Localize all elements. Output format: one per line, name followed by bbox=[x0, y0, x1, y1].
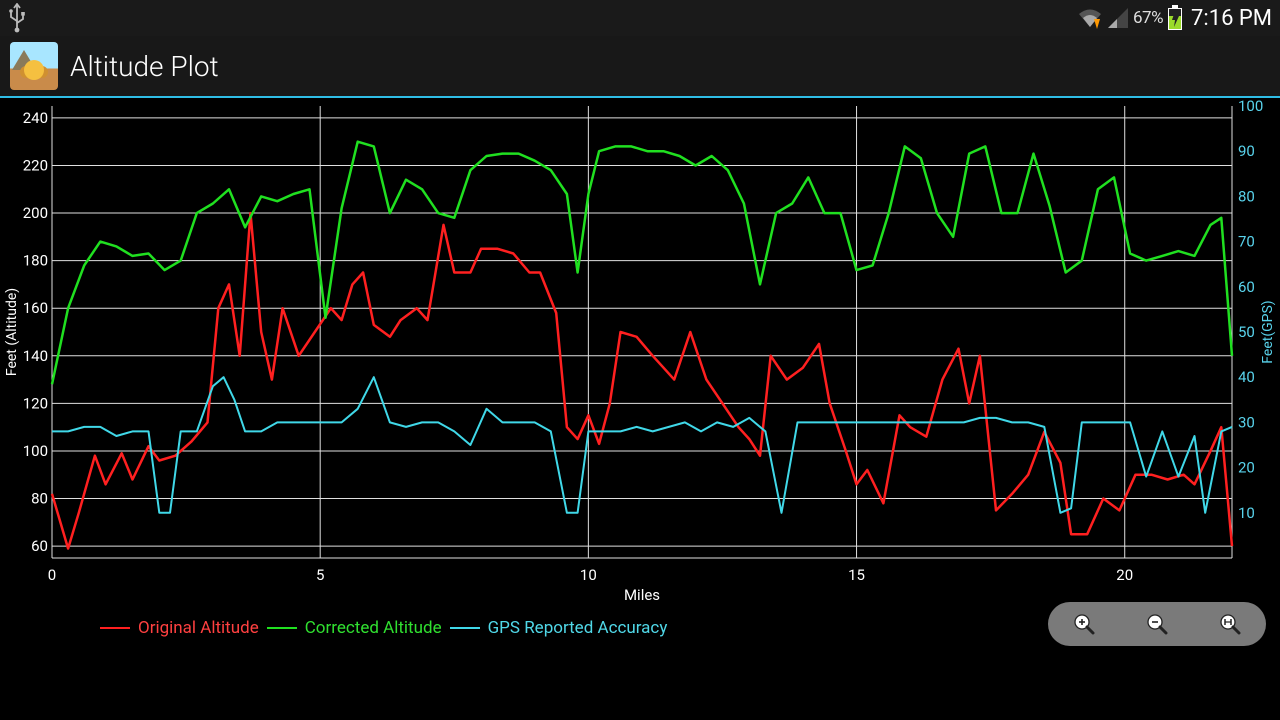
svg-text:Feet(GPS): Feet(GPS) bbox=[1260, 300, 1276, 363]
legend-swatch-gps bbox=[450, 627, 480, 629]
svg-text:120: 120 bbox=[23, 394, 48, 412]
svg-text:90: 90 bbox=[1238, 142, 1255, 160]
page-title: Altitude Plot bbox=[70, 50, 219, 83]
legend-label-gps: GPS Reported Accuracy bbox=[488, 618, 668, 638]
svg-text:240: 240 bbox=[23, 109, 48, 127]
svg-text:Feet (Altitude): Feet (Altitude) bbox=[4, 288, 20, 376]
svg-text:10: 10 bbox=[1238, 504, 1255, 522]
cell-signal-icon bbox=[1107, 7, 1129, 29]
svg-text:40: 40 bbox=[1238, 368, 1255, 386]
status-clock: 7:16 PM bbox=[1191, 6, 1272, 31]
status-left bbox=[8, 3, 26, 33]
legend-swatch-original bbox=[100, 627, 130, 629]
zoom-control-bar bbox=[1048, 602, 1266, 646]
svg-text:60: 60 bbox=[31, 537, 48, 555]
svg-text:100: 100 bbox=[23, 442, 48, 460]
android-status-bar: 67% 7:16 PM bbox=[0, 0, 1280, 36]
svg-text:30: 30 bbox=[1238, 413, 1255, 431]
svg-text:140: 140 bbox=[23, 347, 48, 365]
svg-text:60: 60 bbox=[1238, 278, 1255, 296]
svg-text:0: 0 bbox=[48, 566, 56, 584]
svg-text:50: 50 bbox=[1238, 323, 1255, 341]
legend-label-corrected: Corrected Altitude bbox=[305, 618, 442, 638]
app-bar: Altitude Plot bbox=[0, 36, 1280, 98]
usb-icon bbox=[8, 3, 26, 33]
svg-text:20: 20 bbox=[1238, 459, 1255, 477]
wifi-icon bbox=[1077, 7, 1103, 29]
svg-text:180: 180 bbox=[23, 252, 48, 270]
legend-swatch-corrected bbox=[267, 627, 297, 629]
svg-text:160: 160 bbox=[23, 299, 48, 317]
svg-text:Miles: Miles bbox=[624, 586, 660, 604]
svg-text:20: 20 bbox=[1116, 566, 1133, 584]
zoom-fit-button[interactable] bbox=[1217, 611, 1243, 637]
battery-charging-icon bbox=[1167, 5, 1183, 31]
svg-text:15: 15 bbox=[848, 566, 865, 584]
svg-text:10: 10 bbox=[580, 566, 597, 584]
battery-percent: 67% bbox=[1133, 8, 1163, 28]
svg-text:80: 80 bbox=[31, 490, 48, 508]
chart-container: 6080100120140160180200220240102030405060… bbox=[0, 98, 1280, 658]
zoom-in-button[interactable] bbox=[1071, 611, 1097, 637]
svg-text:70: 70 bbox=[1238, 233, 1255, 251]
legend-label-original: Original Altitude bbox=[138, 618, 259, 638]
svg-text:100: 100 bbox=[1238, 98, 1263, 115]
svg-text:220: 220 bbox=[23, 156, 48, 174]
altitude-chart[interactable]: 6080100120140160180200220240102030405060… bbox=[0, 98, 1280, 658]
svg-text:200: 200 bbox=[23, 204, 48, 222]
svg-text:80: 80 bbox=[1238, 187, 1255, 205]
status-right: 67% 7:16 PM bbox=[1077, 5, 1272, 31]
zoom-out-button[interactable] bbox=[1144, 611, 1170, 637]
app-icon bbox=[10, 42, 58, 90]
chart-legend: Original Altitude Corrected Altitude GPS… bbox=[100, 618, 667, 638]
svg-text:5: 5 bbox=[316, 566, 324, 584]
